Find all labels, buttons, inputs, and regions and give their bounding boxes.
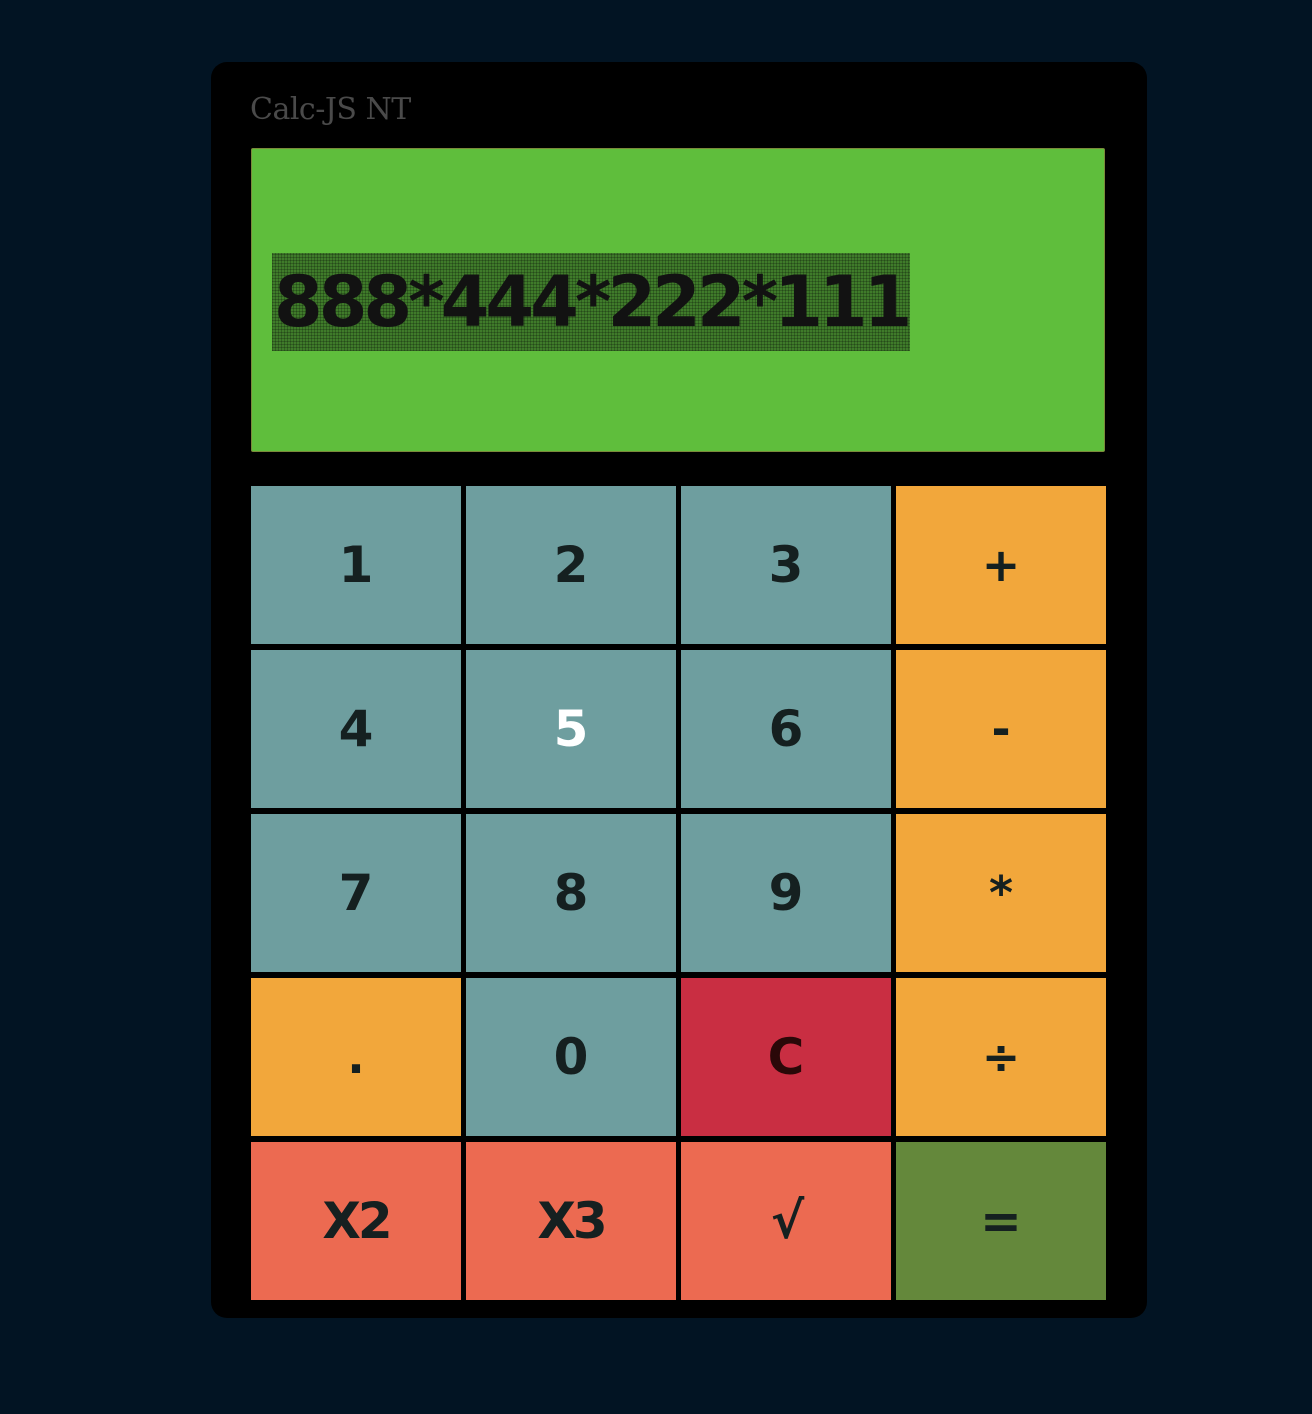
key-label: 7 [338, 864, 374, 922]
key-multiply[interactable]: * [896, 814, 1106, 972]
key-label: 9 [768, 864, 804, 922]
display-value: 888*444*222*111 [272, 253, 912, 351]
key-square[interactable]: X2 [251, 1142, 461, 1300]
display-screen: 888*444*222*111 [251, 148, 1105, 452]
key-2[interactable]: 2 [466, 486, 676, 644]
key-label: 3 [768, 536, 804, 594]
key-label: X2 [322, 1192, 392, 1250]
key-sqrt[interactable]: √ [681, 1142, 891, 1300]
key-8[interactable]: 8 [466, 814, 676, 972]
key-label: 4 [338, 700, 374, 758]
key-label: ÷ [981, 1030, 1021, 1084]
key-label: X3 [537, 1192, 607, 1250]
key-label: - [991, 702, 1011, 756]
key-label: 8 [553, 864, 589, 922]
key-label: . [347, 1030, 365, 1084]
key-divide[interactable]: ÷ [896, 978, 1106, 1136]
key-label: 5 [553, 700, 589, 758]
key-label: + [981, 538, 1021, 592]
keypad: 1 2 3 + 4 5 6 - 7 8 9 * . 0 C ÷ X2 X3 √ … [251, 486, 1107, 1302]
key-label: 1 [338, 536, 374, 594]
key-0[interactable]: 0 [466, 978, 676, 1136]
key-cube[interactable]: X3 [466, 1142, 676, 1300]
calculator: Calc-JS NT 888*444*222*111 1 2 3 + 4 5 6… [211, 62, 1147, 1318]
key-label: 2 [553, 536, 589, 594]
key-4[interactable]: 4 [251, 650, 461, 808]
key-label: * [988, 866, 1014, 920]
key-7[interactable]: 7 [251, 814, 461, 972]
key-plus[interactable]: + [896, 486, 1106, 644]
key-decimal[interactable]: . [251, 978, 461, 1136]
app-title: Calc-JS NT [250, 92, 411, 127]
key-9[interactable]: 9 [681, 814, 891, 972]
key-clear[interactable]: C [681, 978, 891, 1136]
key-label: = [980, 1192, 1022, 1250]
key-equals[interactable]: = [896, 1142, 1106, 1300]
key-6[interactable]: 6 [681, 650, 891, 808]
key-3[interactable]: 3 [681, 486, 891, 644]
key-minus[interactable]: - [896, 650, 1106, 808]
key-5[interactable]: 5 [466, 650, 676, 808]
key-label: √ [770, 1192, 804, 1250]
key-label: 6 [768, 700, 804, 758]
key-1[interactable]: 1 [251, 486, 461, 644]
key-label: C [767, 1028, 805, 1086]
key-label: 0 [553, 1028, 589, 1086]
